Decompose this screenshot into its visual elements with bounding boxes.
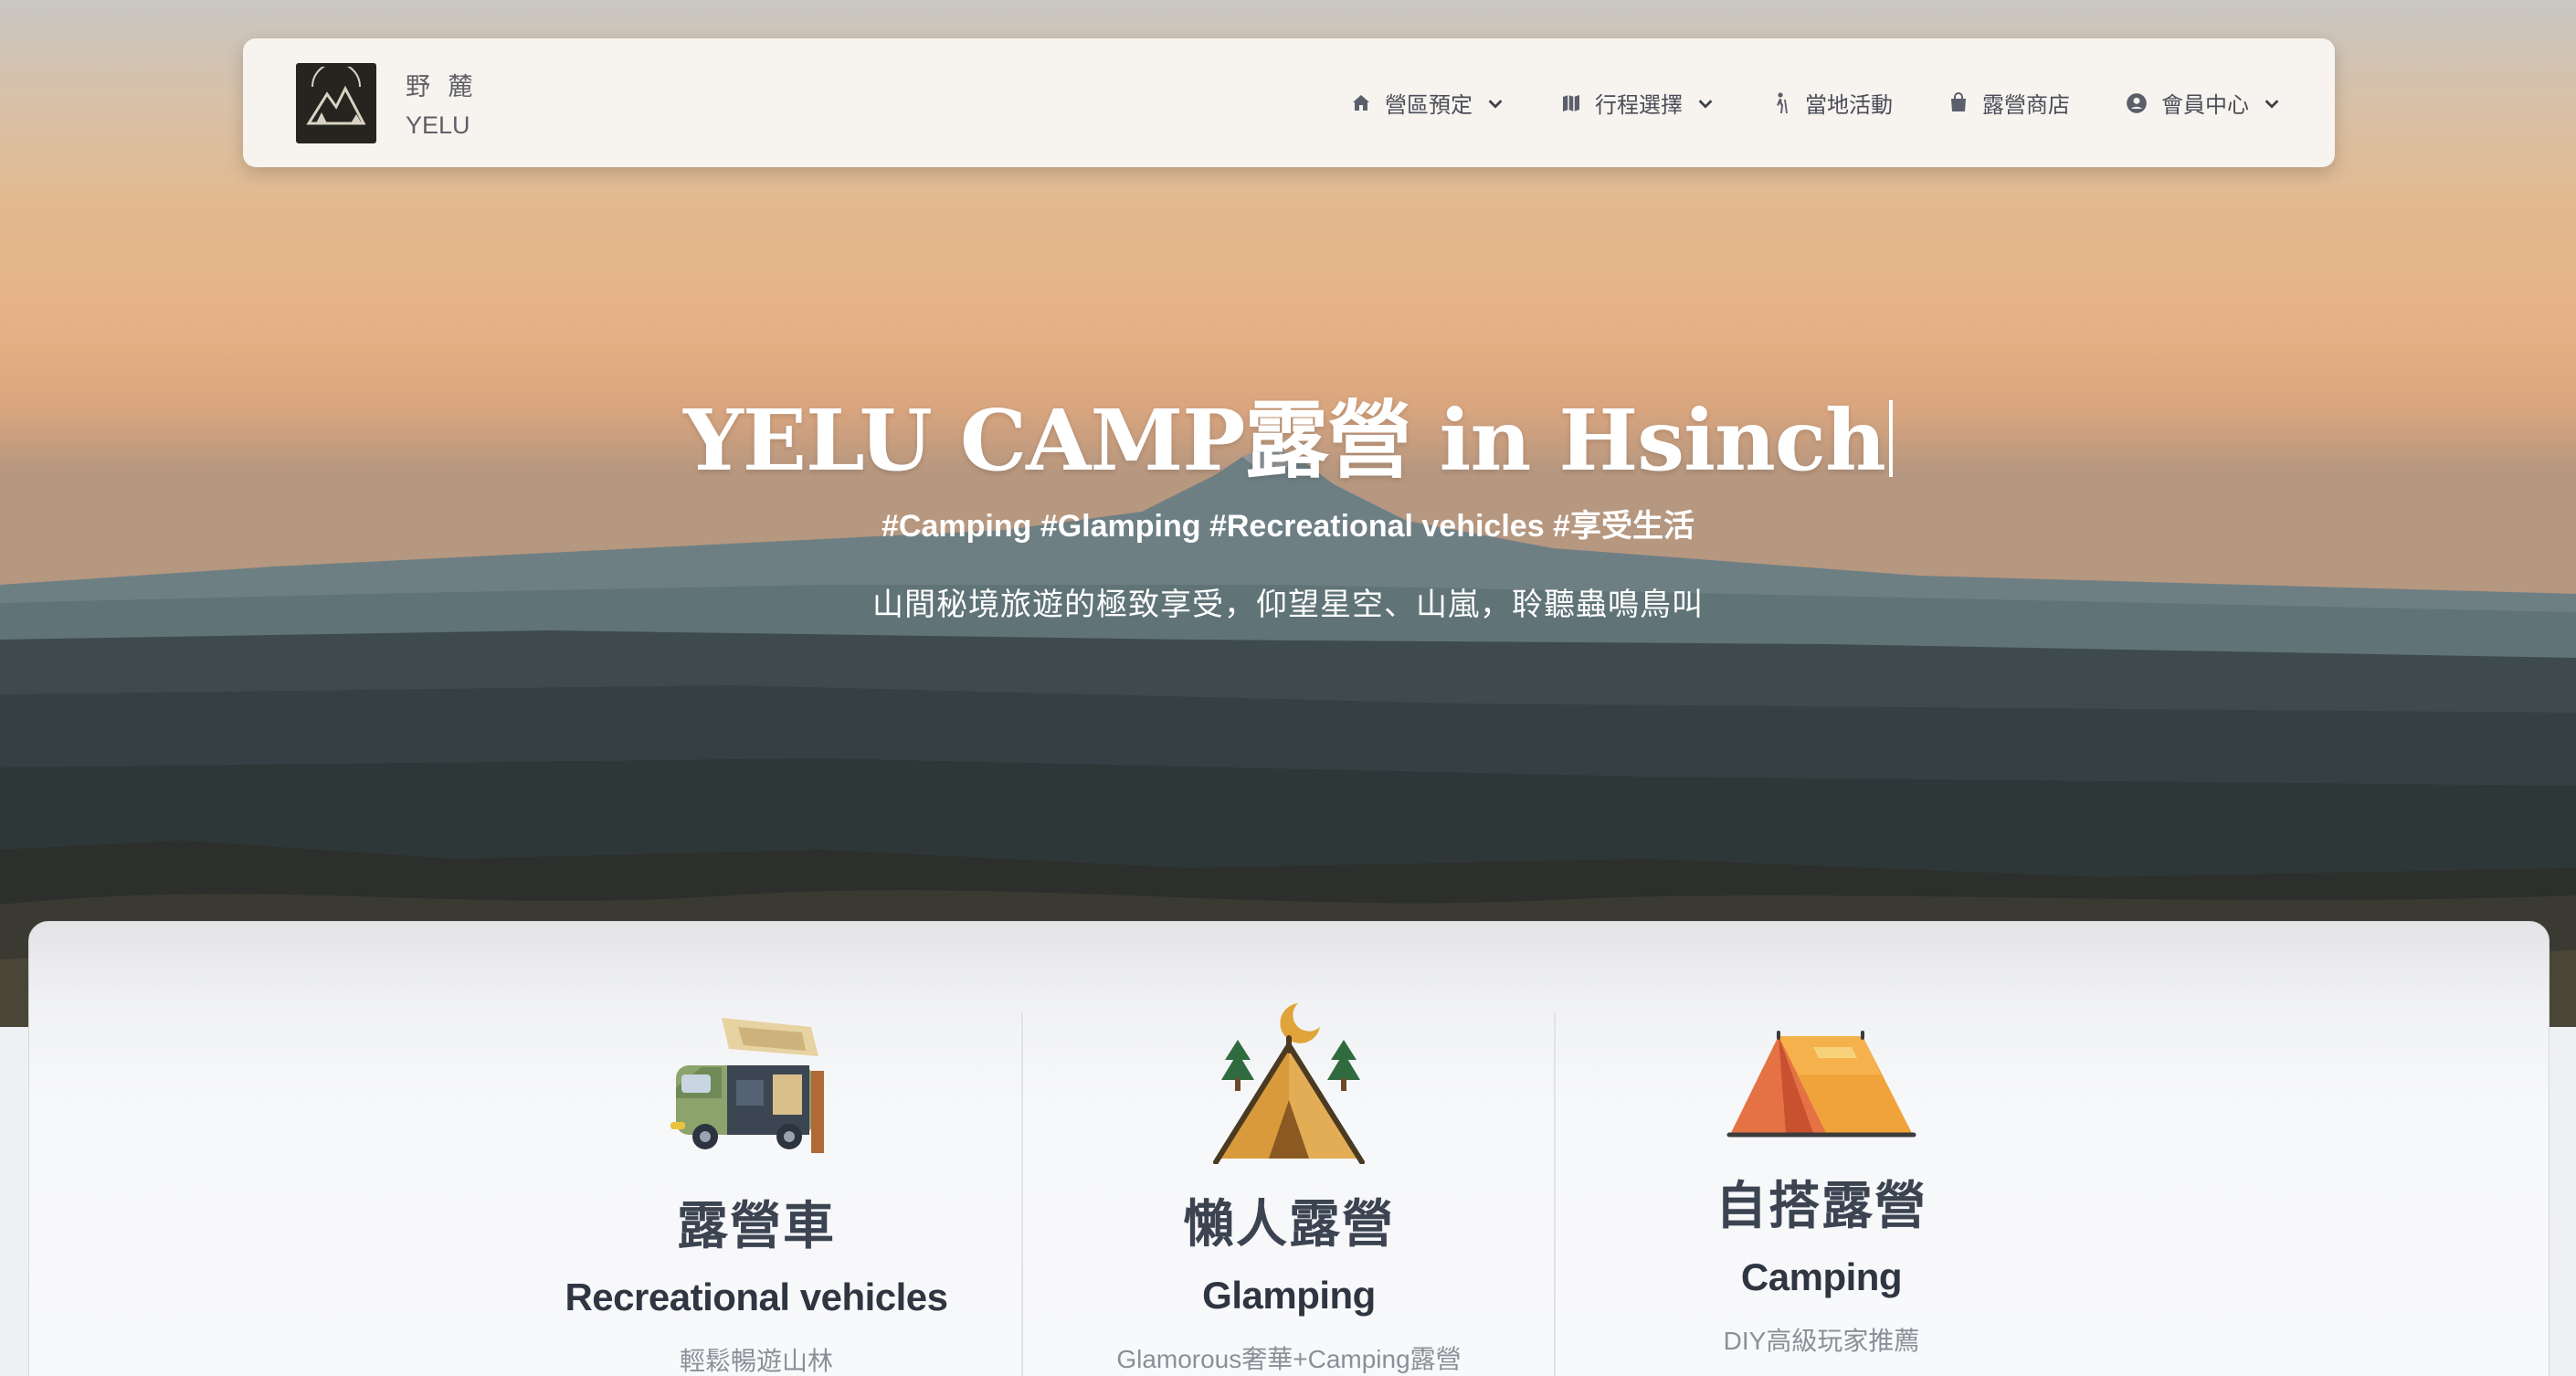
brand-name-en: YELU	[406, 111, 470, 139]
feature-subtitle: 輕鬆暢遊山林	[679, 1347, 833, 1375]
nav-item-label: 會員中心	[2161, 93, 2249, 118]
hiking-icon	[1777, 91, 1788, 113]
chevron-down-icon	[1698, 99, 1713, 109]
feature-zh-title: 露營車	[677, 1197, 836, 1254]
shopping-bag-icon	[1951, 91, 1966, 111]
feature-divider	[1021, 1012, 1023, 1376]
feature-recreational-vehicles[interactable]: 露營車 Recreational vehicles 輕鬆暢遊山林	[501, 1011, 1012, 1376]
feature-zh-title: 自搭露營	[1716, 1177, 1927, 1234]
mountain-logo-icon	[306, 66, 366, 124]
nav-item-itinerary[interactable]: 行程選擇	[1560, 87, 1716, 119]
chevron-down-icon	[2265, 99, 2279, 109]
brand[interactable]: 野 麓 YELU	[296, 62, 479, 143]
nav-item-camping-shop[interactable]: 露營商店	[1948, 87, 2070, 119]
camper-van-icon	[670, 1018, 824, 1153]
feature-subtitle: Glamorous奢華+Camping露營	[1116, 1345, 1462, 1373]
hero-description: 山間秘境旅遊的極致享受，仰望星空、山嵐，聆聽蟲鳴鳥叫	[872, 587, 1704, 622]
nav-menu: 營區預定 行程選擇 當地活動 露營商店 會員中心	[1350, 87, 2282, 119]
hero-title-text: YELU CAMP露營 in Hsinch	[683, 391, 1886, 490]
hero-tags: #Camping #Glamping #Recreational vehicle…	[882, 509, 1694, 544]
home-icon	[1353, 94, 1369, 111]
nav-item-member-center[interactable]: 會員中心	[2125, 87, 2282, 119]
top-navbar: 野 麓 YELU 營區預定 行程選擇 當地活動 露營商店 會員中心	[243, 38, 2335, 167]
feature-subtitle: DIY高級玩家推薦	[1723, 1327, 1920, 1355]
nav-item-label: 行程選擇	[1595, 93, 1683, 118]
nav-item-campsite-booking[interactable]: 營區預定	[1350, 87, 1505, 119]
feature-divider	[1554, 1012, 1556, 1376]
nav-item-label: 營區預定	[1385, 93, 1473, 118]
feature-en-title: Recreational vehicles	[565, 1275, 948, 1318]
feature-camping[interactable]: 自搭露營 Camping DIY高級玩家推薦	[1566, 1031, 2077, 1358]
nav-item-local-activities[interactable]: 當地活動	[1770, 87, 1893, 119]
nav-item-label: 露營商店	[1982, 93, 2070, 118]
nav-item-label: 當地活動	[1805, 93, 1893, 118]
typing-cursor	[1888, 400, 1893, 477]
brand-name-zh: 野 麓	[406, 72, 479, 101]
feature-zh-title: 懶人露營	[1183, 1195, 1395, 1253]
brand-logo	[296, 62, 376, 143]
account-circle-icon	[2127, 92, 2147, 113]
feature-glamping[interactable]: 懶人露營 Glamping Glamorous奢華+Camping露營	[1033, 1000, 1545, 1376]
hero-title: YELU CAMP露營 in Hsinch	[0, 373, 2576, 494]
feature-en-title: Glamping	[1202, 1274, 1376, 1317]
glamping-tent-icon	[1213, 1003, 1365, 1165]
chevron-down-icon	[1488, 99, 1503, 109]
feature-en-title: Camping	[1740, 1255, 1903, 1298]
map-icon	[1563, 94, 1579, 111]
camping-tent-icon	[1726, 1031, 1916, 1138]
